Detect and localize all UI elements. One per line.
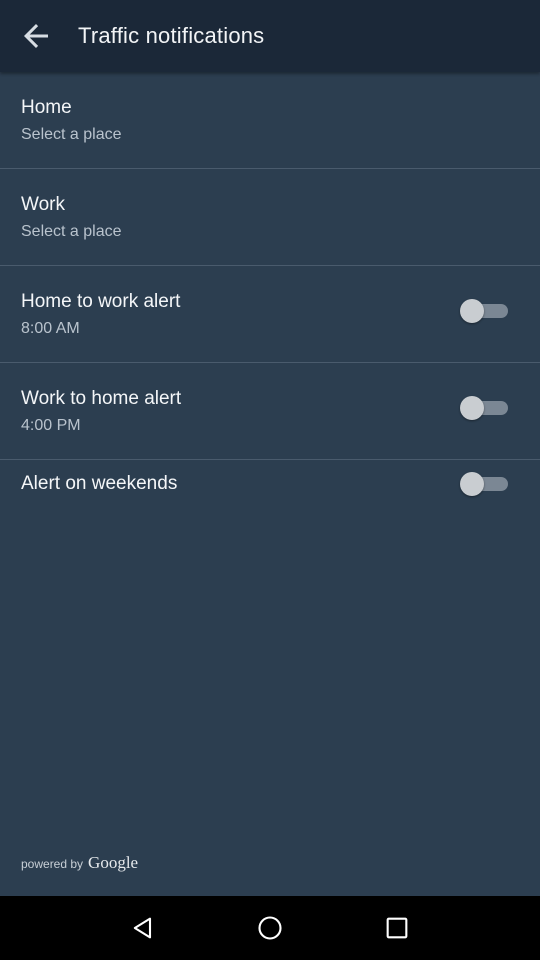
setting-home-value: Select a place (21, 126, 122, 143)
nav-home-button[interactable] (242, 900, 298, 956)
app-bar: Traffic notifications (0, 0, 540, 72)
work-to-home-toggle[interactable] (460, 396, 508, 420)
back-button[interactable] (0, 0, 72, 72)
setting-work-to-home-label: Work to home alert (21, 388, 182, 409)
setting-work-to-home-alert[interactable]: Work to home alert 4:00 PM (0, 363, 540, 460)
page-title: Traffic notifications (78, 23, 265, 48)
setting-alert-on-weekends[interactable]: Alert on weekends (0, 460, 540, 557)
weekends-toggle[interactable] (460, 472, 508, 496)
powered-by-text: powered by (21, 857, 84, 871)
settings-list: Home Select a place Work Select a place … (0, 72, 540, 557)
toggle-thumb (460, 472, 484, 496)
setting-weekends-label: Alert on weekends (21, 473, 178, 494)
toggle-thumb (460, 396, 484, 420)
home-to-work-toggle[interactable] (460, 299, 508, 323)
setting-work-label: Work (21, 194, 65, 215)
arrow-left-icon (24, 24, 48, 48)
setting-work[interactable]: Work Select a place (0, 169, 540, 266)
setting-home-to-work-alert[interactable]: Home to work alert 8:00 AM (0, 266, 540, 363)
setting-home-to-work-label: Home to work alert (21, 291, 181, 312)
setting-home-label: Home (21, 97, 72, 118)
google-logo: Google (88, 853, 139, 872)
square-recents-icon (386, 917, 408, 939)
setting-work-to-home-time: 4:00 PM (21, 417, 81, 434)
nav-recents-button[interactable] (369, 900, 425, 956)
circle-home-icon (258, 916, 282, 940)
setting-work-value: Select a place (21, 223, 122, 240)
nav-back-button[interactable] (115, 900, 171, 956)
system-navigation-bar (0, 896, 540, 960)
toggle-thumb (460, 299, 484, 323)
powered-by-google: powered by Google (21, 853, 138, 873)
setting-home[interactable]: Home Select a place (0, 72, 540, 169)
triangle-back-icon (134, 917, 152, 939)
setting-home-to-work-time: 8:00 AM (21, 320, 80, 337)
